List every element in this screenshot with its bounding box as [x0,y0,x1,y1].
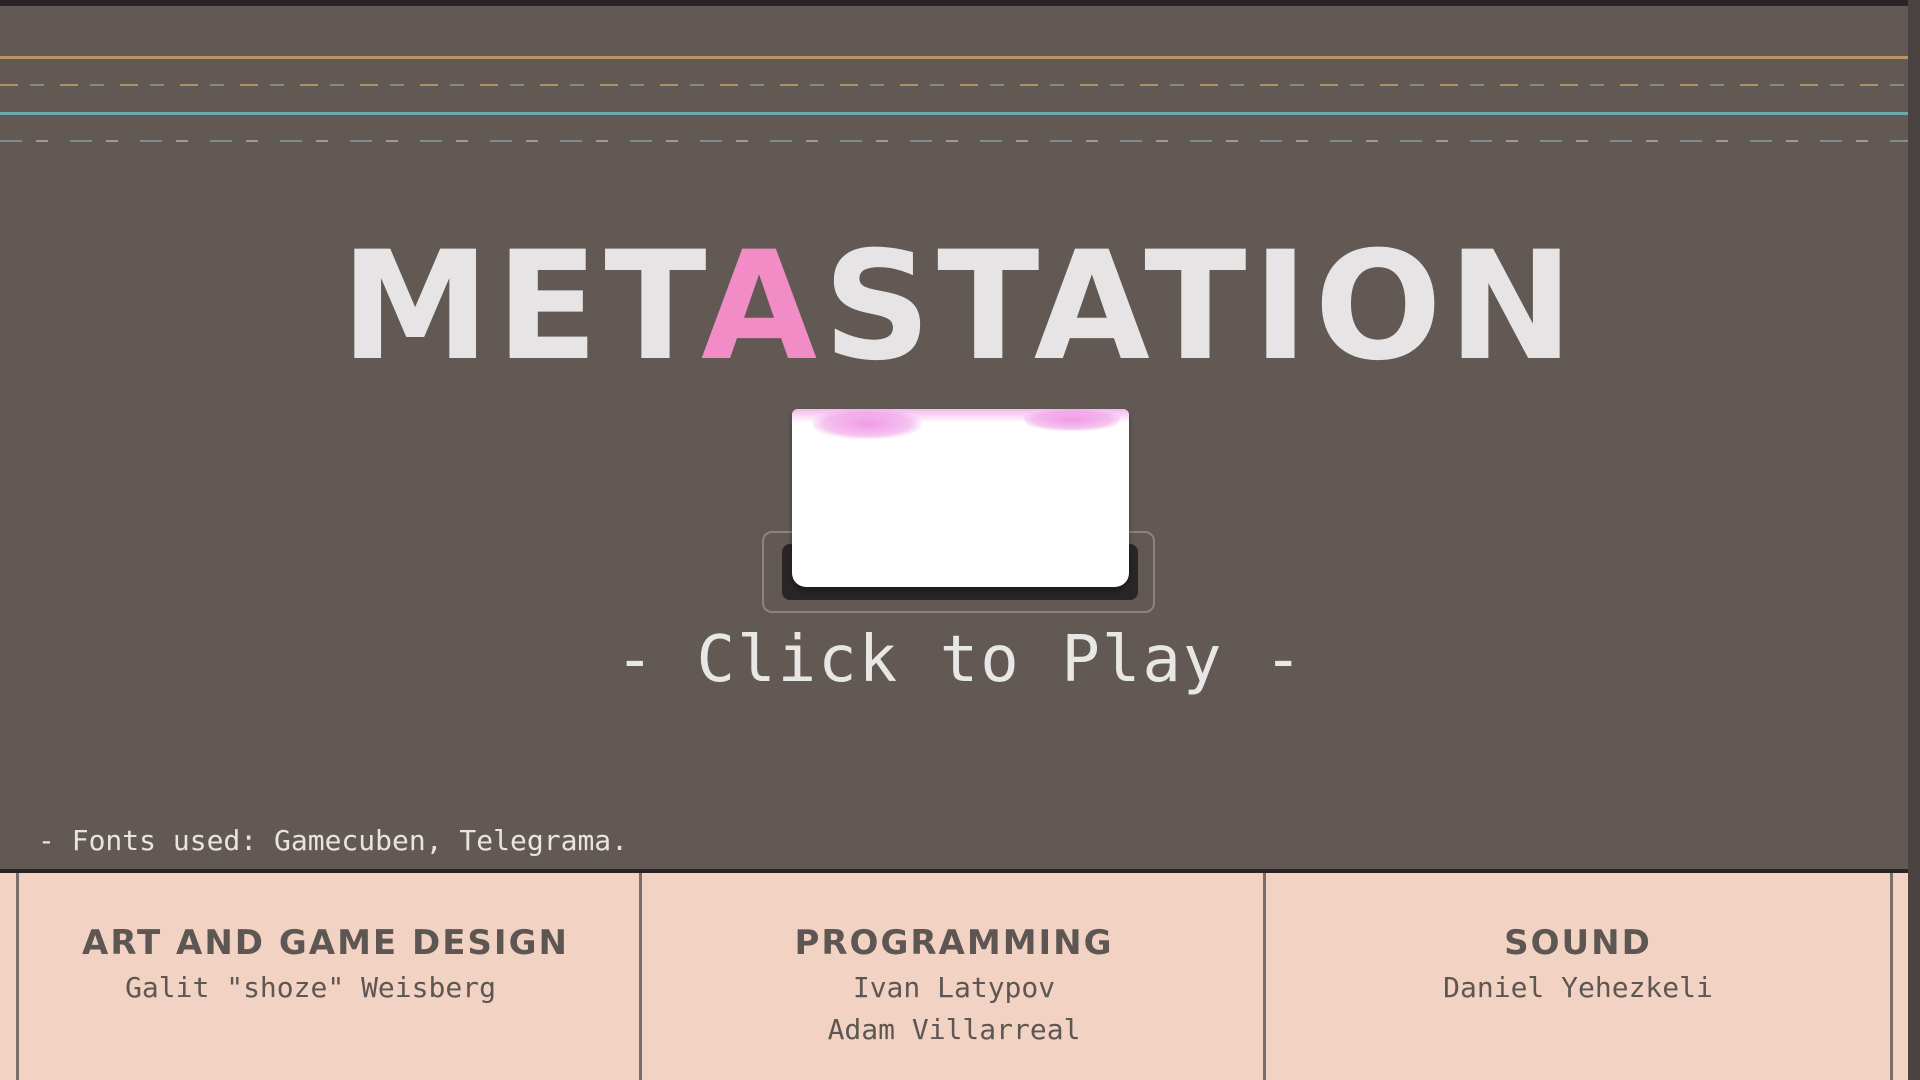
credit-column-sound: SOUND Daniel Yehezkeli [1263,873,1893,1080]
glitch-line [0,140,1908,142]
title-accent-letter: A [700,220,824,394]
play-button[interactable] [792,409,1129,587]
credit-role: PROGRAMMING [794,923,1114,963]
glitch-smear [1022,409,1122,431]
game-title: METASTATION [0,222,1920,392]
credit-name: Adam Villarreal [827,1013,1081,1046]
credit-column-art: ART AND GAME DESIGN Galit "shoze" Weisbe… [16,873,642,1080]
credit-name: Galit "shoze" Weisberg [125,971,496,1004]
glitch-line [0,84,1908,86]
title-part: STATION [823,220,1580,394]
glitch-line [0,112,1908,115]
credit-role: ART AND GAME DESIGN [82,923,569,963]
right-border [1908,0,1920,1080]
credit-name: Ivan Latypov [852,971,1056,1004]
glitch-line [0,56,1908,59]
top-border [0,0,1920,6]
title-part: MET [340,220,701,394]
credit-role: SOUND [1504,923,1652,963]
credits-panel: ART AND GAME DESIGN Galit "shoze" Weisbe… [0,869,1908,1080]
credit-column-programming: PROGRAMMING Ivan Latypov Adam Villarreal [639,873,1266,1080]
credit-name: Daniel Yehezkeli [1443,971,1713,1004]
click-to-play-prompt[interactable]: - Click to Play - [0,622,1920,698]
glitch-smear [812,409,922,439]
fonts-note: - Fonts used: Gamecuben, Telegrama. [38,824,629,857]
